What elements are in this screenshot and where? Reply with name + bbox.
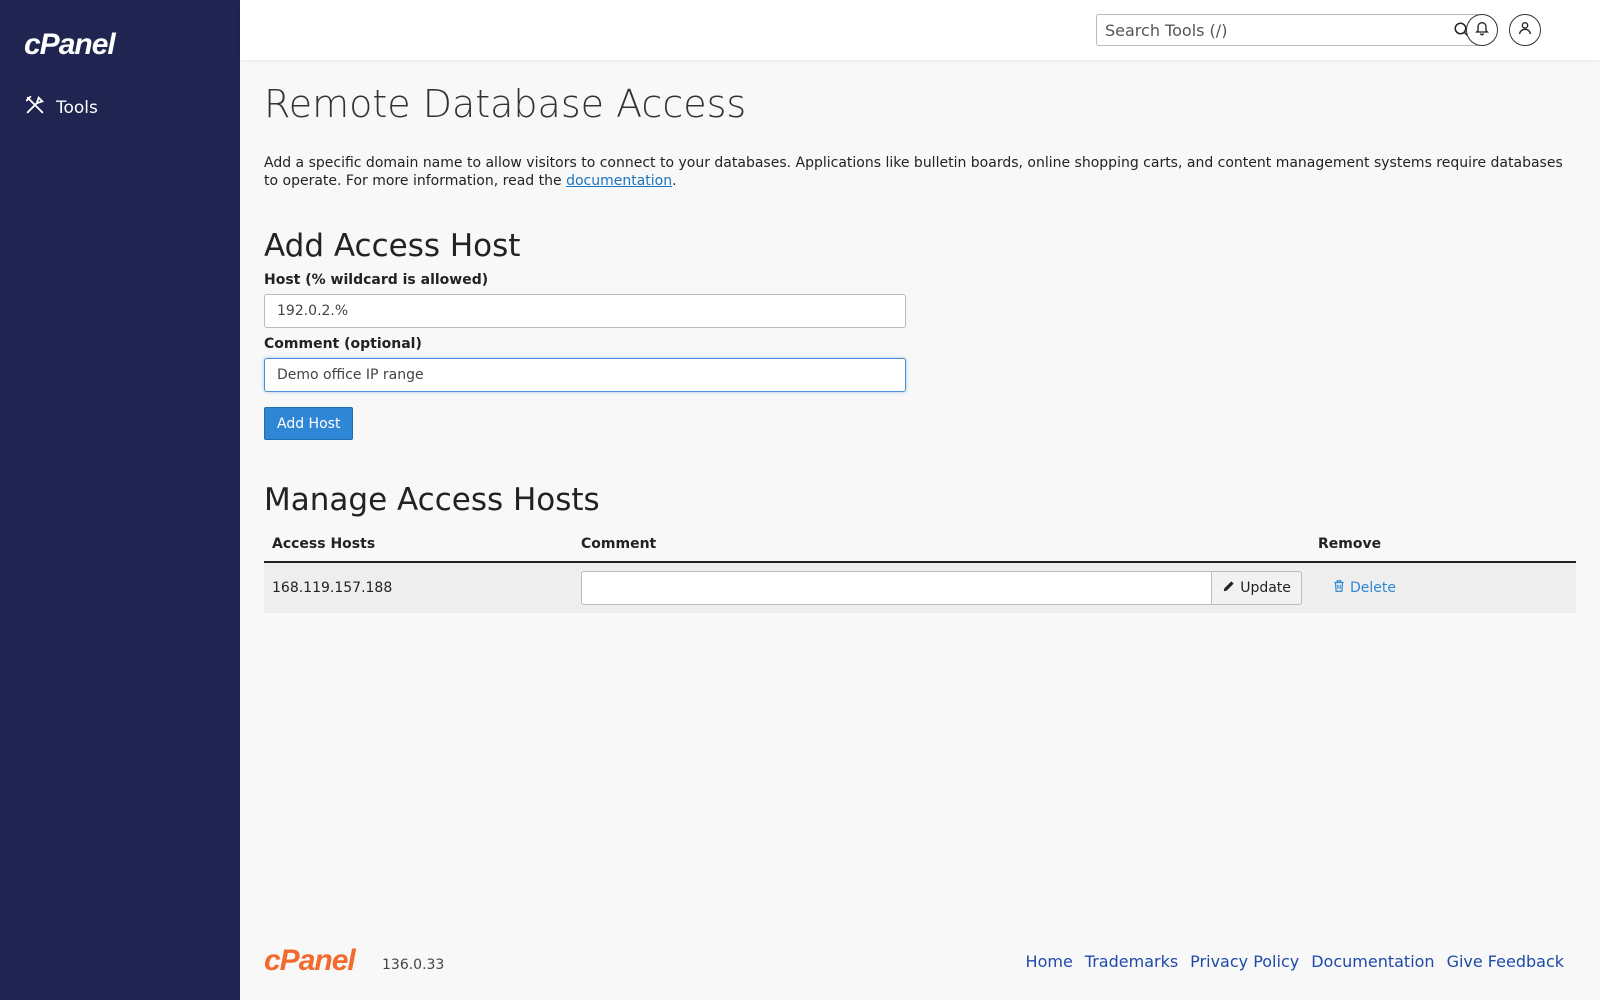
sidebar-item-label: Tools — [56, 97, 98, 118]
comment-input[interactable] — [264, 358, 906, 392]
remove-cell: Delete — [1310, 562, 1576, 613]
search-box — [1096, 14, 1480, 46]
pencil-icon — [1222, 579, 1236, 597]
top-bar — [240, 0, 1600, 60]
comment-edit-group: Update — [581, 571, 1302, 605]
delete-label: Delete — [1350, 580, 1396, 596]
host-input[interactable] — [264, 294, 906, 328]
user-icon — [1517, 20, 1533, 40]
column-header-remove: Remove — [1310, 532, 1576, 563]
column-header-comment: Comment — [573, 532, 1310, 563]
sidebar-item-tools[interactable]: Tools — [24, 94, 98, 121]
bell-icon — [1474, 20, 1490, 40]
update-button[interactable]: Update — [1211, 571, 1302, 605]
version-number: 136.0.33 — [382, 957, 445, 973]
footer-links: Home Trademarks Privacy Policy Documenta… — [1026, 952, 1564, 971]
footer-link-home[interactable]: Home — [1026, 952, 1073, 971]
table-row: 168.119.157.188 Update Delete — [264, 562, 1576, 613]
description-text: Add a specific domain name to allow visi… — [264, 155, 1563, 189]
documentation-link[interactable]: documentation — [566, 173, 672, 189]
column-header-access-hosts: Access Hosts — [264, 532, 573, 563]
footer-link-documentation[interactable]: Documentation — [1311, 952, 1434, 971]
footer: cPanel 136.0.33 Home Trademarks Privacy … — [264, 942, 1576, 982]
comment-label: Comment (optional) — [264, 336, 422, 352]
comment-cell: Update — [573, 562, 1310, 613]
search-input[interactable] — [1097, 15, 1437, 45]
user-menu-button[interactable] — [1509, 14, 1541, 46]
cpanel-logo[interactable]: cPanel — [24, 28, 116, 62]
add-access-host-heading: Add Access Host — [264, 228, 521, 264]
footer-link-privacy-policy[interactable]: Privacy Policy — [1190, 952, 1299, 971]
footer-link-trademarks[interactable]: Trademarks — [1085, 952, 1178, 971]
notifications-button[interactable] — [1466, 14, 1498, 46]
row-comment-input[interactable] — [581, 571, 1212, 605]
footer-cpanel-logo: cPanel — [264, 944, 356, 977]
tools-icon — [24, 94, 46, 121]
main-content: Remote Database Access Add a specific do… — [264, 60, 1576, 613]
manage-access-hosts-heading: Manage Access Hosts — [264, 482, 600, 518]
access-hosts-table: Access Hosts Comment Remove 168.119.157.… — [264, 532, 1576, 613]
sidebar: cPanel Tools — [0, 0, 240, 1000]
page-title: Remote Database Access — [264, 82, 747, 126]
description-end: . — [672, 173, 677, 189]
footer-link-give-feedback[interactable]: Give Feedback — [1447, 952, 1564, 971]
add-host-button[interactable]: Add Host — [264, 407, 354, 440]
host-label: Host (% wildcard is allowed) — [264, 272, 489, 288]
update-label: Update — [1240, 580, 1291, 596]
trash-icon — [1332, 579, 1346, 597]
delete-link[interactable]: Delete — [1332, 579, 1396, 597]
page-description: Add a specific domain name to allow visi… — [264, 154, 1576, 190]
access-host-cell: 168.119.157.188 — [264, 562, 573, 613]
